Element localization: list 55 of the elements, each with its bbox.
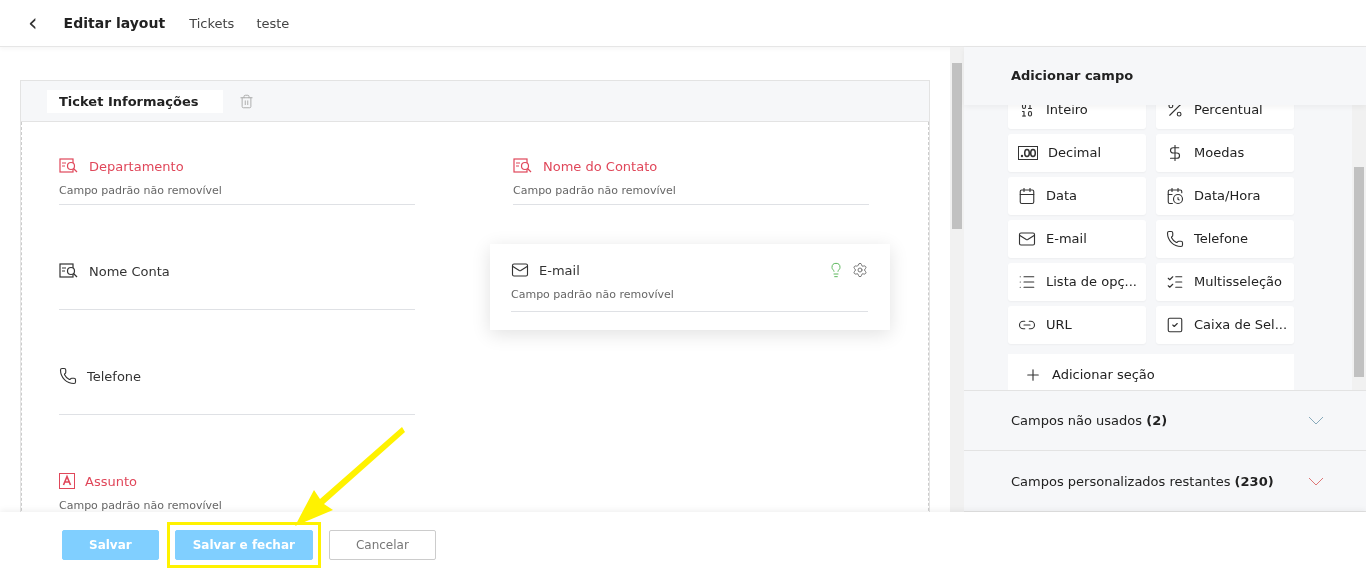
lookup-icon [59, 263, 79, 279]
page-title: Editar layout [63, 15, 166, 31]
checkbox-icon [1166, 315, 1184, 334]
field-hint: Campo padrão não removível [59, 184, 223, 197]
scrollbar[interactable] [950, 47, 964, 512]
field-type-item[interactable]: Multisseleção [1156, 262, 1294, 301]
panel-title: Adicionar campo [964, 47, 1366, 105]
calendar-clock-icon [1166, 186, 1184, 205]
back-button[interactable]: ‹ [24, 11, 42, 35]
chevron-icon [1308, 415, 1324, 425]
percent-icon [1166, 104, 1184, 119]
form-field[interactable]: Departamento Campo padrão não removível [59, 156, 415, 205]
field-type-item[interactable]: Percentual [1156, 104, 1294, 129]
dragged-field-card[interactable]: E-mail Campo padrão não removível [490, 244, 890, 330]
lookup-icon [513, 158, 533, 174]
field-hint: Campo padrão não removível [59, 499, 223, 512]
field-label: Departamento [89, 158, 184, 174]
decimal-icon [1018, 144, 1038, 161]
settings-icon[interactable] [852, 262, 868, 278]
form-field[interactable]: Telefone [59, 366, 415, 415]
breadcrumb[interactable]: teste [256, 15, 290, 31]
trash-icon[interactable] [239, 93, 254, 109]
field-label: Telefone [87, 368, 142, 384]
chevron-icon [1308, 476, 1324, 486]
calendar-icon [1018, 186, 1036, 205]
breadcrumb[interactable]: Tickets [189, 15, 235, 31]
field-type-item[interactable]: E-mail [1008, 219, 1146, 258]
envelope-icon [1018, 229, 1036, 248]
lookup-icon [59, 158, 79, 174]
scrollbar[interactable] [1352, 104, 1366, 390]
phone-icon [1166, 229, 1184, 248]
field-hint: Campo padrão não removível [513, 184, 677, 197]
field-label: Nome Conta [89, 263, 170, 279]
phone-icon [59, 367, 77, 385]
section-title[interactable]: Ticket Informações [47, 89, 223, 113]
field-label: Assunto [85, 473, 137, 489]
field-type-item[interactable]: Data [1008, 176, 1146, 215]
field-type-item[interactable]: Moedas [1156, 133, 1294, 172]
field-label: Nome do Contato [543, 158, 658, 174]
field-type-item[interactable]: Decimal [1008, 133, 1146, 172]
field-type-item[interactable]: Telefone [1156, 219, 1294, 258]
form-field[interactable]: Nome do Contato Campo padrão não removível [513, 156, 869, 205]
field-type-item[interactable]: URL [1008, 305, 1146, 344]
field-hint: Campo padrão não removível [511, 288, 675, 301]
field-type-item[interactable]: Caixa de Sel... [1156, 305, 1294, 344]
form-field[interactable]: Nome Conta [59, 261, 415, 310]
field-label: E-mail [539, 262, 580, 278]
field-type-item[interactable]: Data/Hora [1156, 176, 1294, 215]
cancel-button[interactable]: Cancelar [328, 530, 436, 560]
field-type-item[interactable]: Lista de opç... [1008, 262, 1146, 301]
field-type-item[interactable]: Inteiro [1008, 104, 1146, 129]
add-section-button[interactable]: Adicionar seção [1008, 353, 1294, 390]
letter-box-icon [59, 473, 75, 489]
lightbulb-icon[interactable] [828, 262, 844, 278]
envelope-icon [511, 261, 529, 279]
